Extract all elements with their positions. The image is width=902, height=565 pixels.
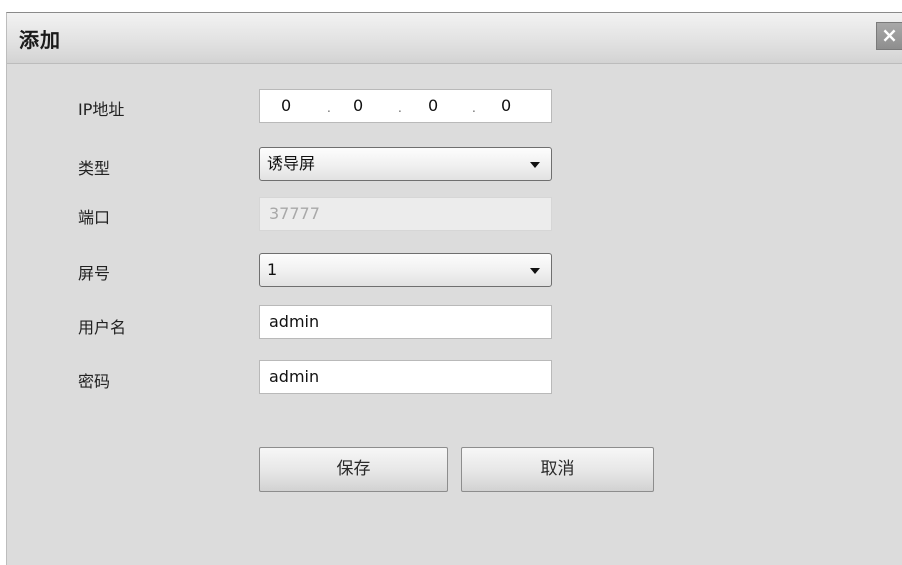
screen-number-select[interactable]: 1 (259, 253, 552, 287)
ip-separator: . (327, 101, 331, 115)
port-label: 端口 (78, 208, 111, 227)
chevron-down-icon (530, 162, 540, 168)
close-button[interactable]: × (876, 22, 902, 50)
ip-octet-2[interactable]: 0 (353, 90, 363, 122)
password-input[interactable]: admin (259, 360, 552, 394)
ip-address-input[interactable]: 0 . 0 . 0 . 0 (259, 89, 552, 123)
ip-octet-1[interactable]: 0 (281, 90, 291, 122)
add-device-dialog: 添加 × IP地址 0 . 0 . 0 . 0 类型 诱导屏 端口 37777 … (6, 12, 902, 565)
port-value: 37777 (269, 204, 320, 223)
type-select-value: 诱导屏 (267, 154, 316, 173)
close-icon: × (881, 23, 898, 47)
port-input: 37777 (259, 197, 552, 231)
save-button[interactable]: 保存 (259, 447, 448, 492)
type-label: 类型 (78, 159, 111, 178)
username-value: admin (269, 312, 320, 331)
password-value: admin (269, 367, 320, 386)
username-label: 用户名 (78, 318, 127, 337)
dialog-title: 添加 (19, 28, 61, 52)
ip-separator: . (472, 101, 476, 115)
chevron-down-icon (530, 268, 540, 274)
cancel-button[interactable]: 取消 (461, 447, 654, 492)
ip-address-label: IP地址 (78, 100, 125, 119)
ip-octet-4[interactable]: 0 (501, 90, 511, 122)
username-input[interactable]: admin (259, 305, 552, 339)
dialog-title-bar[interactable]: 添加 × (7, 13, 902, 64)
ip-separator: . (398, 101, 402, 115)
screen-number-label: 屏号 (78, 264, 111, 283)
password-label: 密码 (78, 372, 111, 391)
type-select[interactable]: 诱导屏 (259, 147, 552, 181)
ip-octet-3[interactable]: 0 (428, 90, 438, 122)
screen-number-value: 1 (267, 260, 278, 279)
